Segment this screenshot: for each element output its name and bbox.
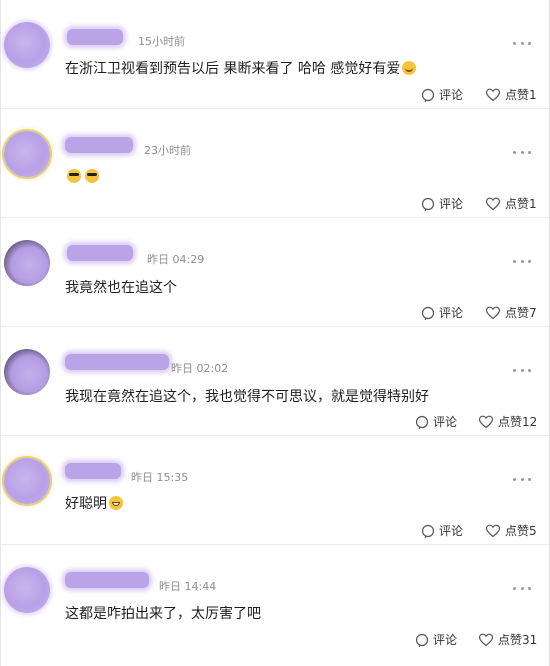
comment-text: 这都是咋拍出来了，太厉害了吧 bbox=[65, 606, 261, 622]
comment-icon bbox=[421, 306, 435, 320]
comment-time: 昨日 04:29 bbox=[147, 253, 205, 266]
comment-item: 昨日 15:35 好聪明 评论 点赞5 bbox=[1, 436, 549, 545]
sunglasses-emoji-icon bbox=[67, 169, 81, 183]
comment-item: 23小时前 评论 点赞1 bbox=[1, 109, 549, 218]
more-dots-icon[interactable] bbox=[513, 587, 531, 591]
like-button[interactable]: 点赞31 bbox=[478, 631, 537, 648]
heart-icon bbox=[485, 197, 501, 210]
like-count: 点赞5 bbox=[505, 524, 537, 538]
like-button[interactable]: 点赞12 bbox=[478, 413, 537, 430]
avatar[interactable] bbox=[4, 22, 50, 68]
grin-emoji-icon bbox=[109, 496, 123, 510]
avatar[interactable] bbox=[4, 131, 50, 177]
sunglasses-emoji-icon bbox=[85, 169, 99, 183]
comment-button-label: 评论 bbox=[439, 197, 464, 211]
avatar[interactable] bbox=[4, 567, 50, 613]
comment-button-label: 评论 bbox=[433, 415, 458, 429]
like-button[interactable]: 点赞7 bbox=[485, 304, 537, 321]
like-button[interactable]: 点赞5 bbox=[485, 522, 537, 539]
comment-button-label: 评论 bbox=[439, 306, 464, 320]
more-dots-icon[interactable] bbox=[513, 478, 531, 482]
avatar[interactable] bbox=[4, 240, 50, 286]
like-button[interactable]: 点赞1 bbox=[485, 195, 537, 212]
more-dots-icon[interactable] bbox=[513, 369, 531, 373]
comment-time: 昨日 14:44 bbox=[159, 580, 217, 593]
comment-text-row: 在浙江卫视看到预告以后 果断来看了 哈哈 感觉好有爱 bbox=[65, 58, 417, 78]
smile-emoji-icon bbox=[402, 61, 417, 75]
comment-button[interactable]: 评论 bbox=[415, 413, 457, 430]
username-blurred[interactable] bbox=[65, 137, 133, 153]
comment-button[interactable]: 评论 bbox=[421, 195, 463, 212]
like-count: 点赞1 bbox=[505, 197, 537, 211]
comment-icon bbox=[421, 524, 435, 538]
comment-text-row: 这都是咋拍出来了，太厉害了吧 bbox=[65, 603, 261, 623]
comment-time: 昨日 15:35 bbox=[131, 471, 189, 484]
more-dots-icon[interactable] bbox=[513, 42, 531, 46]
comment-time: 昨日 02:02 bbox=[171, 362, 229, 375]
comment-button[interactable]: 评论 bbox=[421, 304, 463, 321]
comment-item: 昨日 04:29 我竟然也在追这个 评论 点赞7 bbox=[1, 218, 549, 327]
comment-text: 我现在竟然在追这个，我也觉得不可思议，就是觉得特别好 bbox=[65, 389, 429, 405]
comment-text: 我竟然也在追这个 bbox=[65, 280, 177, 296]
comment-list: 15小时前 在浙江卫视看到预告以后 果断来看了 哈哈 感觉好有爱 评论 点赞1 … bbox=[0, 0, 550, 666]
comment-button[interactable]: 评论 bbox=[421, 86, 463, 103]
comment-button-label: 评论 bbox=[439, 524, 464, 538]
comment-button[interactable]: 评论 bbox=[415, 631, 457, 648]
comment-text-row: 好聪明 bbox=[65, 493, 123, 513]
like-count: 点赞12 bbox=[498, 415, 538, 429]
comment-time: 15小时前 bbox=[138, 35, 185, 48]
like-count: 点赞7 bbox=[505, 306, 537, 320]
comment-text-row: 我竟然也在追这个 bbox=[65, 277, 177, 297]
comment-icon bbox=[415, 633, 429, 647]
comment-text-row: 我现在竟然在追这个，我也觉得不可思议，就是觉得特别好 bbox=[65, 386, 429, 406]
like-count: 点赞1 bbox=[505, 88, 537, 102]
comment-button[interactable]: 评论 bbox=[421, 522, 463, 539]
comment-item: 昨日 02:02 我现在竟然在追这个，我也觉得不可思议，就是觉得特别好 评论 点… bbox=[1, 327, 549, 436]
more-dots-icon[interactable] bbox=[513, 151, 531, 155]
more-dots-icon[interactable] bbox=[513, 260, 531, 264]
comment-icon bbox=[415, 415, 429, 429]
username-blurred[interactable] bbox=[65, 572, 149, 588]
comment-button-label: 评论 bbox=[439, 88, 464, 102]
comment-text: 在浙江卫视看到预告以后 果断来看了 哈哈 感觉好有爱 bbox=[65, 61, 401, 77]
comment-item: 15小时前 在浙江卫视看到预告以后 果断来看了 哈哈 感觉好有爱 评论 点赞1 bbox=[1, 0, 549, 109]
heart-icon bbox=[485, 306, 501, 319]
username-blurred[interactable] bbox=[67, 29, 123, 45]
comment-button-label: 评论 bbox=[433, 633, 458, 647]
username-blurred[interactable] bbox=[65, 463, 121, 479]
like-button[interactable]: 点赞1 bbox=[485, 86, 537, 103]
comment-item: 昨日 14:44 这都是咋拍出来了，太厉害了吧 评论 点赞31 bbox=[1, 545, 549, 666]
username-blurred[interactable] bbox=[67, 245, 133, 261]
comment-text-row bbox=[65, 169, 99, 183]
comment-icon bbox=[421, 197, 435, 211]
heart-icon bbox=[478, 633, 494, 646]
avatar[interactable] bbox=[4, 349, 50, 395]
avatar[interactable] bbox=[4, 458, 50, 504]
comment-icon bbox=[421, 88, 435, 102]
comment-text: 好聪明 bbox=[65, 496, 107, 512]
like-count: 点赞31 bbox=[498, 633, 538, 647]
heart-icon bbox=[485, 88, 501, 101]
heart-icon bbox=[485, 524, 501, 537]
comment-time: 23小时前 bbox=[144, 144, 191, 157]
username-blurred[interactable] bbox=[65, 354, 169, 370]
heart-icon bbox=[478, 415, 494, 428]
